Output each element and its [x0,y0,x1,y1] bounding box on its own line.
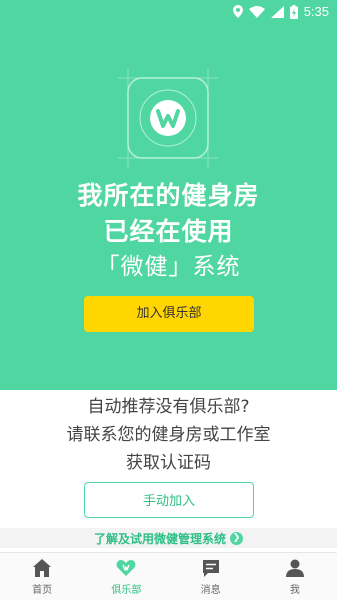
nav-label-messages: 消息 [200,585,221,596]
nav-item-home[interactable]: 首页 [0,553,84,600]
status-bar: 5:35 [0,0,337,24]
person-icon [285,559,304,577]
nav-label-home: 首页 [32,585,53,596]
battery-charging-icon [289,4,298,19]
info-text-line-2: 请联系您的健身房或工作室 [66,425,271,445]
nav-label-club: 俱乐部 [111,585,142,596]
nav-item-me[interactable]: 我 [253,553,337,600]
nav-item-messages[interactable]: 消息 [169,553,253,600]
nav-item-club[interactable]: 俱乐部 [84,553,168,600]
hero-title-line-3: 「微健」系统 [96,254,241,280]
hero-section: 我所在的健身房 已经在使用 「微健」系统 加入俱乐部 [0,24,337,390]
learn-system-link[interactable]: 了解及试用微健管理系统 ❯ [0,528,337,548]
hero-title-line-1: 我所在的健身房 [77,181,260,210]
status-icons: 5:35 [232,4,329,19]
wifi-icon [248,5,265,18]
home-icon [33,559,52,577]
signal-icon [270,5,284,18]
club-heart-icon [116,560,136,576]
info-text-line-1: 自动推荐没有俱乐部? [87,397,250,417]
hero-title-line-2: 已经在使用 [103,217,234,246]
chevron-right-icon: ❯ [230,531,243,545]
message-icon [202,560,219,577]
learn-system-link-label: 了解及试用微健管理系统 [93,531,226,546]
nav-label-me: 我 [289,585,300,596]
bottom-navigation: 首页 俱乐部 消息 我 [0,552,337,600]
manual-join-button[interactable]: 手动加入 [84,482,254,518]
clock-time: 5:35 [303,4,329,19]
app-logo [118,68,218,168]
join-club-button[interactable]: 加入俱乐部 [84,296,254,332]
location-icon [232,5,243,18]
info-text-line-3: 获取认证码 [126,453,211,473]
